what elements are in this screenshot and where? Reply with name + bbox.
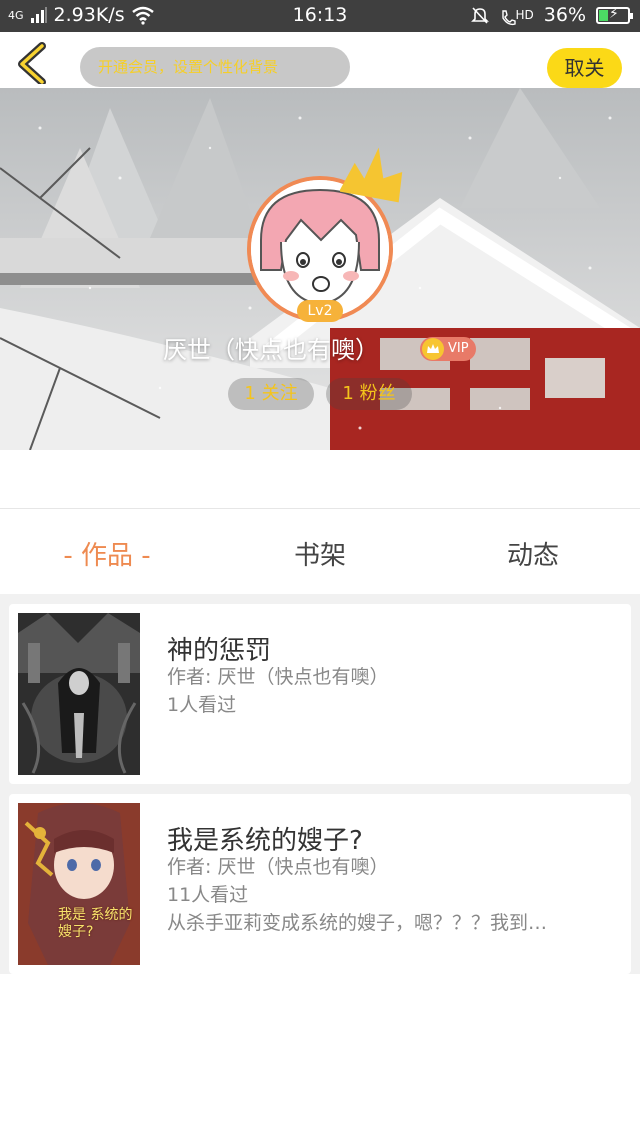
top-bar: 开通会员，设置个性化背景 取关 <box>0 32 640 88</box>
chevron-left-icon <box>18 42 46 86</box>
mute-bell-icon <box>470 7 489 24</box>
profile-tabs: - 作品 - 书架 动态 <box>0 508 640 594</box>
hd-call-icon: HD <box>500 8 534 26</box>
profile-banner: Lv2 厌世（快点也有噢） VIP 1 关注 1 粉丝 <box>0 88 640 450</box>
unfollow-button[interactable]: 取关 <box>547 48 622 88</box>
vip-badge: VIP <box>420 337 476 361</box>
crown-icon <box>340 147 403 203</box>
book-views: 11人看过 <box>167 884 249 906</box>
tab-works[interactable]: - 作品 - <box>7 535 207 572</box>
book-cover[interactable] <box>18 613 140 775</box>
status-right: HD 36% ⚡ <box>470 4 633 26</box>
vip-crown-icon <box>422 338 444 360</box>
status-bar: 4G 2.93K/s 16:13 HD 36% ⚡ <box>0 0 640 32</box>
vip-promo-banner[interactable]: 开通会员，设置个性化背景 <box>80 47 350 87</box>
username: 厌世（快点也有噢） <box>163 336 379 364</box>
list-item[interactable]: 神的惩罚 作者: 厌世（快点也有噢） 1人看过 <box>9 604 631 784</box>
book-description: 从杀手亚莉变成系统的嫂子，嗯？？？我到… <box>167 912 548 934</box>
list-item[interactable]: 我是 系统的 嫂子? 我是系统的嫂子? 作者: 厌世（快点也有噢） 11人看过 … <box>9 794 631 974</box>
back-button[interactable] <box>12 40 56 86</box>
book-views: 1人看过 <box>167 694 237 716</box>
fans-count[interactable]: 1 粉丝 <box>326 378 412 410</box>
battery-icon: ⚡ <box>596 6 633 24</box>
tab-feed[interactable]: 动态 <box>433 535 633 572</box>
works-list: 神的惩罚 作者: 厌世（快点也有噢） 1人看过 我是 系统的 嫂子? 我是系统的… <box>0 594 640 974</box>
dark-gothic-cover <box>18 613 140 775</box>
following-count[interactable]: 1 关注 <box>228 378 314 410</box>
book-author: 作者: 厌世（快点也有噢） <box>167 666 389 688</box>
book-cover[interactable]: 我是 系统的 嫂子? <box>18 803 140 965</box>
battery-percent: 36% <box>543 4 586 26</box>
tab-bookshelf[interactable]: 书架 <box>220 535 420 572</box>
book-author: 作者: 厌世（快点也有噢） <box>167 856 389 878</box>
level-badge: Lv2 <box>297 300 343 322</box>
cover-title-text: 我是 系统的 嫂子? <box>58 907 133 940</box>
